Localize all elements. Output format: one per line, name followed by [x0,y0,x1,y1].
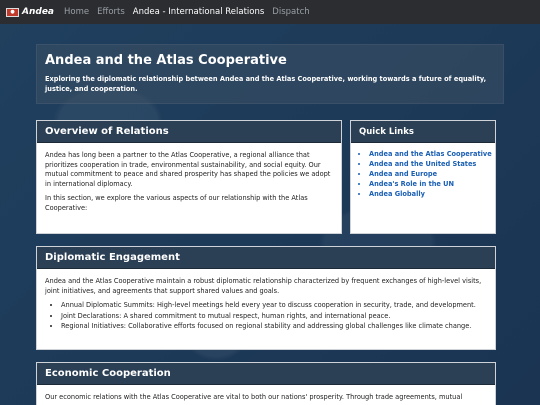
page-subtitle: Exploring the diplomatic relationship be… [45,75,487,93]
diplomatic-item: Regional Initiatives: Collaborative effo… [61,322,487,332]
quick-link-un[interactable]: Andea's Role in the UN [369,179,495,189]
economic-intro: Our economic relations with the Atlas Co… [45,393,463,401]
economic-title: Economic Cooperation [37,363,495,385]
overview-card: Overview of Relations Andea has long bee… [36,120,342,234]
nav-link-international-relations[interactable]: Andea - International Relations [133,7,265,17]
diplomatic-item: Joint Declarations: A shared commitment … [61,312,487,322]
diplomatic-title: Diplomatic Engagement [37,247,495,269]
quick-link-europe[interactable]: Andea and Europe [369,169,495,179]
quick-links-list: Andea and the Atlas Cooperative Andea an… [351,149,495,199]
quick-link-atlas[interactable]: Andea and the Atlas Cooperative [369,149,495,159]
overview-title: Overview of Relations [37,121,341,143]
nav-link-efforts[interactable]: Efforts [97,7,125,17]
nav-link-home[interactable]: Home [64,7,89,17]
diplomatic-intro: Andea and the Atlas Cooperative maintain… [45,277,482,295]
diplomatic-list: Annual Diplomatic Summits: High-level me… [45,301,487,332]
nav-link-dispatch[interactable]: Dispatch [272,7,309,17]
quick-link-united-states[interactable]: Andea and the United States [369,159,495,169]
overview-paragraph-2: In this section, we explore the various … [45,194,308,212]
flag-icon: ● [6,7,19,17]
economic-card: Economic Cooperation Our economic relati… [36,362,496,405]
quick-link-globally[interactable]: Andea Globally [369,189,495,199]
brand-name[interactable]: Andea [22,7,54,17]
quick-links-card: Quick Links Andea and the Atlas Cooperat… [350,120,496,234]
hero-banner: Andea and the Atlas Cooperative Explorin… [36,44,504,104]
quick-links-title: Quick Links [351,121,495,143]
diplomatic-card: Diplomatic Engagement Andea and the Atla… [36,246,496,350]
diplomatic-item: Annual Diplomatic Summits: High-level me… [61,301,487,311]
brand[interactable]: ● Andea [6,7,54,17]
overview-paragraph-1: Andea has long been a partner to the Atl… [45,151,331,188]
page-title: Andea and the Atlas Cooperative [45,53,287,68]
navbar: ● Andea Home Efforts Andea - Internation… [0,0,540,24]
